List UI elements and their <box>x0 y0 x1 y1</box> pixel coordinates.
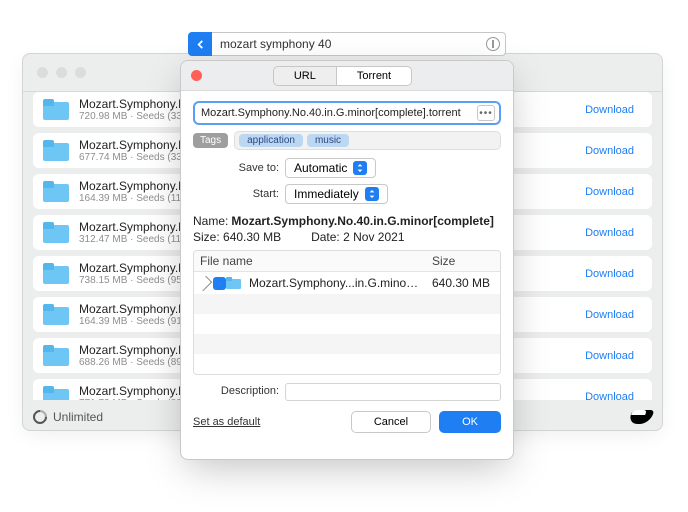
file-field[interactable]: Mozart.Symphony.No.40.in.G.minor[complet… <box>193 101 501 125</box>
close-button[interactable] <box>191 70 202 81</box>
checkbox[interactable] <box>213 277 226 290</box>
traffic-lights[interactable] <box>37 67 86 78</box>
folder-icon <box>43 263 69 285</box>
saveto-select[interactable]: Automatic <box>285 158 376 178</box>
disclosure-icon[interactable] <box>197 275 213 291</box>
ok-button[interactable]: OK <box>439 411 501 433</box>
cancel-button[interactable]: Cancel <box>351 411 431 433</box>
start-select[interactable]: Immediately <box>285 184 388 204</box>
browse-button[interactable]: ••• <box>477 105 495 121</box>
folder-icon <box>43 386 69 401</box>
tab-torrent[interactable]: Torrent <box>336 66 412 86</box>
download-link[interactable]: Download <box>577 186 642 198</box>
folder-icon <box>43 222 69 244</box>
dialog-header: URL Torrent <box>181 61 513 91</box>
tags-label: Tags <box>193 133 228 148</box>
add-download-dialog: URL Torrent Mozart.Symphony.No.40.in.G.m… <box>180 60 514 460</box>
speed-gauge-icon <box>30 407 50 427</box>
search-input[interactable] <box>212 32 506 56</box>
meta-row: Size: 640.30 MB Date: 2 Nov 2021 <box>193 230 501 244</box>
back-button[interactable] <box>188 32 212 56</box>
name-row: Name: Mozart.Symphony.No.40.in.G.minor[c… <box>193 214 501 228</box>
start-label: Start: <box>193 188 279 200</box>
description-label: Description: <box>193 383 279 397</box>
download-link[interactable]: Download <box>577 309 642 321</box>
tag-music[interactable]: music <box>307 134 349 147</box>
folder-icon <box>226 277 241 289</box>
size-cell: 640.30 MB <box>426 272 500 294</box>
status-text: Unlimited <box>53 410 103 424</box>
description-field[interactable] <box>285 383 501 401</box>
search-bar <box>188 32 506 56</box>
pause-icon[interactable] <box>486 37 500 51</box>
col-size[interactable]: Size <box>426 251 500 271</box>
table-row[interactable]: Mozart.Symphony...in.G.minor[complete] 6… <box>194 272 500 294</box>
download-link[interactable]: Download <box>577 391 642 401</box>
folder-icon <box>43 345 69 367</box>
folder-icon <box>43 181 69 203</box>
files-table: File name Size Mozart.Symphony...in.G.mi… <box>193 250 501 375</box>
folder-icon <box>43 140 69 162</box>
download-link[interactable]: Download <box>577 104 642 116</box>
file-name: Mozart.Symphony.No.40.in.G.minor[complet… <box>201 107 461 119</box>
download-link[interactable]: Download <box>577 268 642 280</box>
tab-switch: URL Torrent <box>273 66 412 86</box>
tags-bar[interactable]: application music <box>234 131 501 150</box>
clear-icon[interactable] <box>630 410 652 424</box>
saveto-label: Save to: <box>193 162 279 174</box>
download-link[interactable]: Download <box>577 145 642 157</box>
download-link[interactable]: Download <box>577 350 642 362</box>
tab-url[interactable]: URL <box>273 66 336 86</box>
col-filename[interactable]: File name <box>194 251 426 271</box>
folder-icon <box>43 99 69 121</box>
file-cell: Mozart.Symphony...in.G.minor[complete] <box>243 272 426 294</box>
download-link[interactable]: Download <box>577 227 642 239</box>
set-default-link[interactable]: Set as default <box>193 416 260 428</box>
folder-icon <box>43 304 69 326</box>
tag-application[interactable]: application <box>239 134 303 147</box>
